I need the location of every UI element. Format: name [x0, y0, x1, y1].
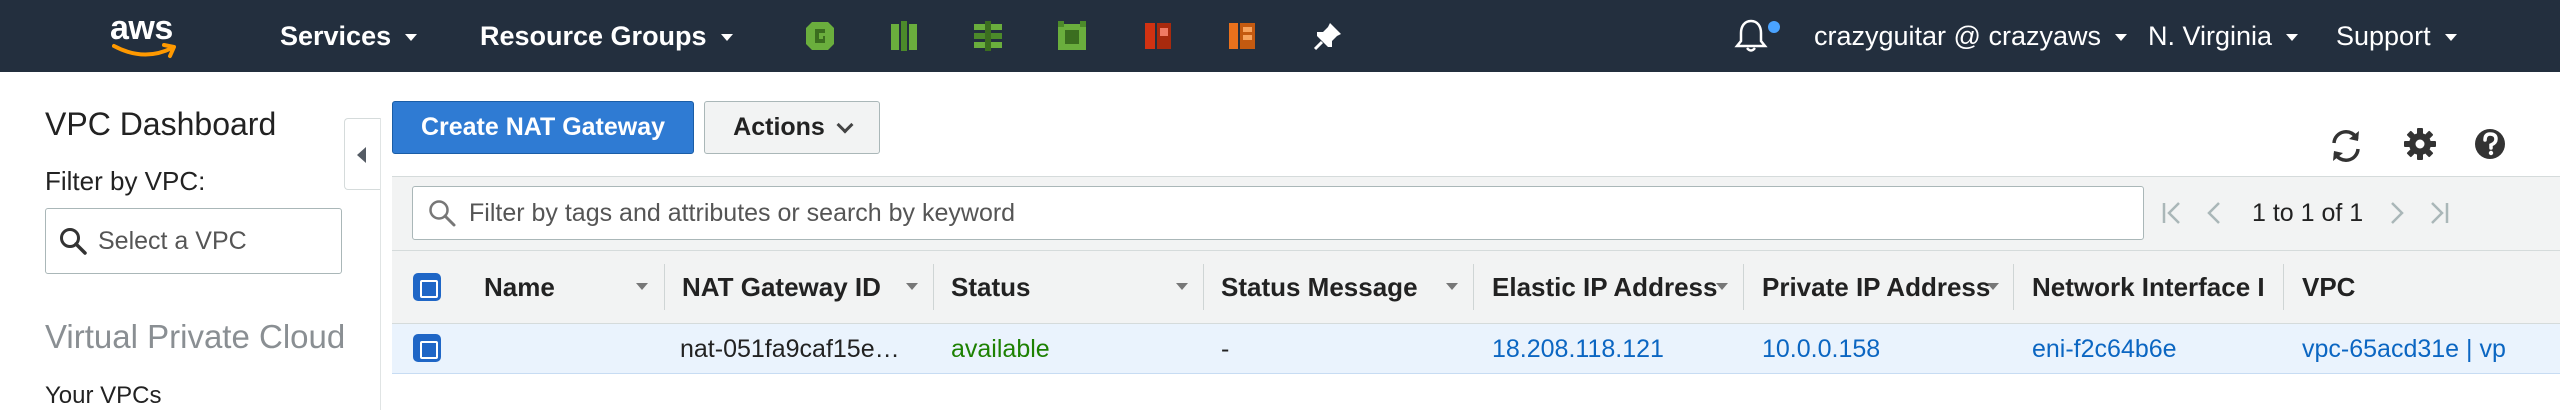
column-resize-handle[interactable] [2283, 264, 2284, 310]
service-green-icon-3[interactable] [970, 18, 1006, 54]
cell-vpc-link[interactable]: vpc-65acd31e | vp [2302, 324, 2560, 374]
support-menu[interactable]: Support [2336, 0, 2457, 72]
cell-status: available [951, 334, 1050, 363]
pagination: 1 to 1 of 1 [2160, 186, 2469, 240]
row-checkbox[interactable] [413, 334, 441, 362]
chevron-down-icon [2114, 34, 2127, 41]
top-navigation-bar: aws Services Resource Groups crazyguitar… [0, 0, 2560, 72]
actions-button-label: Actions [733, 113, 825, 141]
actions-button[interactable]: Actions [704, 101, 880, 154]
cell-nat-gateway-id: nat-051fa9caf15e… [680, 334, 900, 363]
search-icon [429, 200, 456, 227]
refresh-icon[interactable] [2326, 126, 2366, 166]
sidebar-item-your-vpcs[interactable]: Your VPCs [45, 382, 162, 410]
notifications-bell-icon[interactable] [1734, 18, 1768, 54]
search-icon [60, 228, 87, 255]
search-filter-placeholder: Filter by tags and attributes or search … [469, 198, 1016, 227]
sort-icon[interactable] [1176, 283, 1188, 290]
resource-groups-menu-label: Resource Groups [480, 20, 707, 51]
sidebar: VPC Dashboard Filter by VPC: Select a VP… [0, 72, 380, 410]
column-resize-handle[interactable] [1203, 264, 1204, 310]
column-resize-handle[interactable] [933, 264, 934, 310]
chevron-down-icon [836, 116, 854, 133]
sort-icon[interactable] [906, 283, 918, 290]
cell-status-message: - [1221, 334, 1230, 363]
chevron-down-icon [405, 34, 418, 41]
service-green-icon-1[interactable] [802, 18, 838, 54]
column-resize-handle[interactable] [664, 264, 665, 310]
column-header-name[interactable]: Name [484, 250, 555, 324]
chevron-down-icon [2286, 34, 2299, 41]
column-resize-handle[interactable] [1743, 264, 1744, 310]
select-all-checkbox[interactable] [413, 273, 441, 301]
column-header-status-message[interactable]: Status Message [1221, 250, 1418, 324]
column-header-private-ip-address[interactable]: Private IP Address [1762, 250, 1990, 324]
aws-logo[interactable]: aws [110, 9, 182, 62]
region-menu[interactable]: N. Virginia [2148, 0, 2299, 72]
last-page-icon[interactable] [2427, 198, 2451, 228]
sort-icon[interactable] [1716, 283, 1728, 290]
chevron-down-icon [2444, 34, 2457, 41]
cell-network-interface-link[interactable]: eni-f2c64b6e [2032, 324, 2272, 374]
service-red-icon[interactable] [1140, 18, 1176, 54]
column-header-nat-gateway-id[interactable]: NAT Gateway ID [682, 250, 881, 324]
service-green-icon-4[interactable] [1054, 18, 1090, 54]
service-orange-icon[interactable] [1224, 18, 1260, 54]
column-resize-handle[interactable] [1473, 264, 1474, 310]
first-page-icon[interactable] [2160, 198, 2184, 228]
pin-icon[interactable] [1310, 18, 1346, 54]
sidebar-collapse-button[interactable] [344, 118, 380, 190]
column-resize-handle[interactable] [2013, 264, 2014, 310]
vpc-select-placeholder: Select a VPC [98, 226, 247, 255]
aws-logo-text: aws [110, 9, 173, 47]
cell-private-ip-link[interactable]: 10.0.0.158 [1762, 324, 2002, 374]
resource-groups-menu[interactable]: Resource Groups [480, 0, 733, 72]
chevron-left-icon [357, 147, 366, 163]
cell-elastic-ip-link[interactable]: 18.208.118.121 [1492, 324, 1732, 374]
pagination-label: 1 to 1 of 1 [2252, 198, 2364, 227]
column-header-elastic-ip-address[interactable]: Elastic IP Address [1492, 250, 1717, 324]
column-header-network-interface-id[interactable]: Network Interface I [2032, 250, 2265, 324]
account-menu-label: crazyguitar @ crazyaws [1814, 20, 2101, 51]
previous-page-icon[interactable] [2202, 198, 2226, 228]
create-nat-gateway-button[interactable]: Create NAT Gateway [392, 101, 694, 154]
sidebar-section-title: Virtual Private Cloud [45, 318, 346, 355]
search-filter-input[interactable]: Filter by tags and attributes or search … [412, 186, 2144, 240]
aws-smile-icon [112, 43, 176, 58]
sort-icon[interactable] [1987, 283, 1999, 290]
services-menu[interactable]: Services [280, 0, 418, 72]
sort-icon[interactable] [636, 283, 648, 290]
services-menu-label: Services [280, 20, 392, 51]
vpc-select[interactable]: Select a VPC [45, 208, 342, 274]
cell-name [484, 324, 664, 374]
next-page-icon[interactable] [2385, 198, 2409, 228]
column-header-status[interactable]: Status [951, 250, 1030, 324]
service-green-icon-2[interactable] [886, 18, 922, 54]
sort-icon[interactable] [1446, 283, 1458, 290]
help-icon[interactable] [2470, 124, 2510, 164]
region-menu-label: N. Virginia [2148, 20, 2273, 51]
account-menu[interactable]: crazyguitar @ crazyaws [1814, 0, 2127, 72]
notification-badge [1768, 21, 1780, 33]
gear-icon[interactable] [2400, 124, 2440, 164]
sidebar-title[interactable]: VPC Dashboard [45, 106, 276, 143]
filter-by-vpc-label: Filter by VPC: [45, 166, 206, 196]
chevron-down-icon [720, 34, 733, 41]
support-menu-label: Support [2336, 20, 2431, 51]
sidebar-divider [380, 118, 381, 410]
column-header-vpc[interactable]: VPC [2302, 250, 2355, 324]
